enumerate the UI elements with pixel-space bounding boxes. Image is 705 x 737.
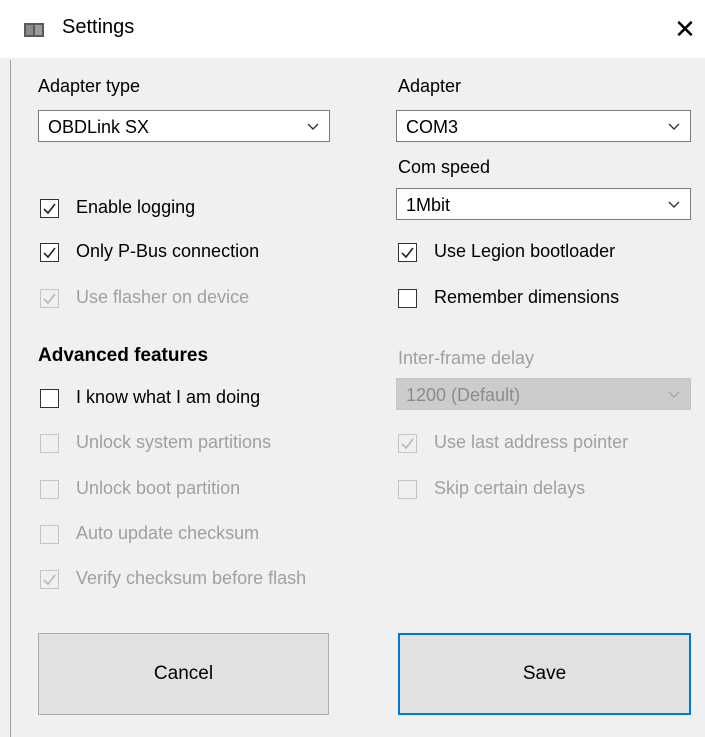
checkbox-box	[40, 243, 59, 262]
inter-frame-delay-label: Inter-frame delay	[398, 348, 535, 368]
checkbox-box	[40, 289, 59, 308]
auto-update-checksum-label: Auto update checksum	[76, 523, 260, 543]
checkbox-box	[398, 289, 417, 308]
app-icon	[24, 23, 44, 37]
adapter-type-select[interactable]: OBDLink SX	[38, 110, 330, 142]
adapter-type-label: Adapter type	[38, 76, 141, 96]
com-speed-label: Com speed	[398, 157, 491, 177]
inter-frame-delay-select: 1200 (Default)	[396, 378, 691, 410]
only-pbus-label: Only P-Bus connection	[76, 241, 260, 261]
adapter-select[interactable]: COM3	[396, 110, 691, 142]
save-button[interactable]: Save	[398, 633, 691, 715]
chevron-down-icon	[668, 391, 680, 398]
inter-frame-delay-value: 1200 (Default)	[406, 385, 521, 405]
window-left-border	[10, 60, 11, 737]
checkbox-box	[40, 389, 59, 408]
chevron-down-icon	[307, 123, 319, 130]
use-last-address-pointer-label: Use last address pointer	[434, 432, 629, 452]
com-speed-value: 1Mbit	[406, 195, 451, 215]
adapter-type-value: OBDLink SX	[48, 117, 150, 137]
enable-logging-label: Enable logging	[76, 197, 196, 217]
title-bar[interactable]: Settings ✕	[0, 0, 705, 58]
advanced-features-heading: Advanced features	[38, 345, 209, 366]
checkbox-box	[40, 434, 59, 453]
chevron-down-icon	[668, 123, 680, 130]
unlock-system-partitions-label: Unlock system partitions	[76, 432, 272, 452]
settings-window: Settings ✕ Adapter type OBDLink SX Adapt…	[0, 0, 705, 737]
verify-checksum-label: Verify checksum before flash	[76, 568, 307, 588]
checkbox-box	[398, 480, 417, 499]
adapter-label: Adapter	[398, 76, 462, 96]
checkbox-box	[40, 199, 59, 218]
checkbox-box	[398, 434, 417, 453]
use-flasher-label: Use flasher on device	[76, 287, 250, 307]
i-know-label: I know what I am doing	[76, 387, 261, 407]
checkbox-box	[398, 243, 417, 262]
checkbox-box	[40, 480, 59, 499]
checkbox-box	[40, 570, 59, 589]
use-legion-bootloader-label: Use Legion bootloader	[434, 241, 616, 261]
close-icon[interactable]: ✕	[672, 14, 698, 44]
chevron-down-icon	[668, 201, 680, 208]
unlock-boot-partition-label: Unlock boot partition	[76, 478, 241, 498]
window-title: Settings	[62, 16, 135, 38]
skip-certain-delays-label: Skip certain delays	[434, 478, 586, 498]
adapter-value: COM3	[406, 117, 459, 137]
remember-dimensions-label: Remember dimensions	[434, 287, 620, 307]
com-speed-select[interactable]: 1Mbit	[396, 188, 691, 220]
checkbox-box	[40, 525, 59, 544]
cancel-button[interactable]: Cancel	[38, 633, 329, 715]
